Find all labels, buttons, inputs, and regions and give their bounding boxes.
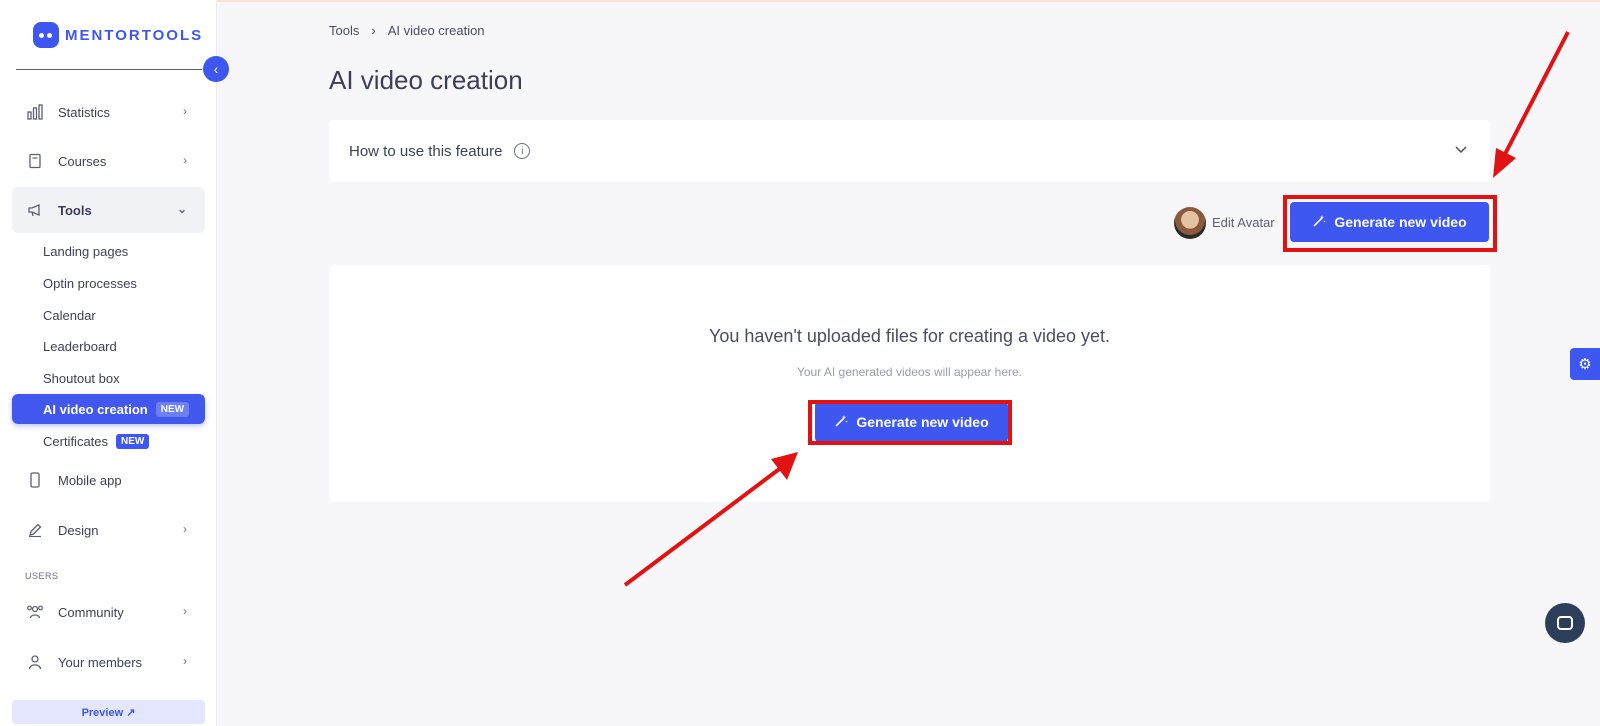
chevron-left-icon: ‹ xyxy=(213,61,219,77)
chevron-down-icon: ⌄ xyxy=(176,202,187,216)
sidebar-subitem-label: Optin processes xyxy=(43,275,137,291)
sidebar-subitem-certificates[interactable]: Certificates NEW xyxy=(12,426,205,456)
sidebar-item-label: Mobile app xyxy=(58,472,122,488)
sidebar-subitem-calendar[interactable]: Calendar xyxy=(12,300,205,330)
new-badge: NEW xyxy=(116,433,150,449)
chevron-down-icon xyxy=(1454,142,1468,159)
sidebar-item-statistics[interactable]: Statistics › xyxy=(12,89,205,135)
chat-icon xyxy=(1557,616,1573,630)
sidebar-subitem-label: Shoutout box xyxy=(43,370,120,386)
sidebar-item-label: Your members xyxy=(58,654,143,670)
breadcrumb-tools[interactable]: Tools xyxy=(329,23,359,38)
sidebar-subitem-label: AI video creation xyxy=(43,401,148,417)
empty-state-card: You haven't uploaded files for creating … xyxy=(329,265,1490,502)
sidebar-subitem-label: Landing pages xyxy=(43,243,129,259)
arrow-head-top xyxy=(1493,148,1516,178)
chat-support-button[interactable] xyxy=(1545,603,1585,643)
preview-button[interactable]: Preview ↗ xyxy=(12,700,205,724)
gear-icon: ⚙ xyxy=(1578,356,1592,373)
sidebar-item-design[interactable]: Design › xyxy=(12,507,205,553)
logo[interactable]: MENTORTOOLS xyxy=(33,22,203,48)
empty-state-title: You haven't uploaded files for creating … xyxy=(708,326,1111,346)
pencil-icon xyxy=(26,521,44,539)
sidebar-item-mobile-app[interactable]: Mobile app xyxy=(12,457,205,503)
chevron-right-icon: › xyxy=(183,104,187,118)
user-icon xyxy=(26,653,44,671)
sidebar-subitem-landing-pages[interactable]: Landing pages xyxy=(12,236,205,266)
bar-chart-icon xyxy=(26,103,44,121)
megaphone-icon xyxy=(26,201,44,219)
logo-text: MENTORTOOLS xyxy=(65,26,204,44)
phone-icon xyxy=(26,471,44,489)
sidebar-item-courses[interactable]: Courses › xyxy=(12,138,205,184)
sidebar-item-community[interactable]: Community › xyxy=(12,589,205,635)
sidebar-subitem-label: Calendar xyxy=(43,307,96,323)
sidebar-item-label: Design xyxy=(58,522,99,538)
sidebar-subitem-shoutout-box[interactable]: Shoutout box xyxy=(12,363,205,393)
sidebar-item-label: Tools xyxy=(58,202,92,218)
empty-state-subtitle: Your AI generated videos will appear her… xyxy=(796,365,1023,379)
sidebar-subitem-label: Certificates xyxy=(43,433,109,449)
chevron-right-icon: › xyxy=(183,604,187,618)
sidebar: MENTORTOOLS Statistics › Courses › Tools… xyxy=(0,0,217,726)
sidebar-item-tools[interactable]: Tools ⌄ xyxy=(12,187,205,233)
sidebar-subitem-leaderboard[interactable]: Leaderboard xyxy=(12,331,205,361)
sidebar-item-label: Statistics xyxy=(58,104,111,120)
collapse-sidebar-button[interactable]: ‹ xyxy=(203,56,229,82)
chevron-right-icon: › xyxy=(183,153,187,167)
sidebar-subitem-optin-processes[interactable]: Optin processes xyxy=(12,268,205,298)
section-label-users: USERS xyxy=(25,571,59,581)
chevron-right-icon: › xyxy=(183,654,187,668)
breadcrumb: Tools › AI video creation xyxy=(329,23,485,38)
new-badge: NEW xyxy=(155,401,190,417)
sidebar-item-label: Courses xyxy=(58,153,107,169)
how-to-use-label: How to use this feature xyxy=(349,142,503,160)
avatar[interactable] xyxy=(1174,207,1206,239)
top-accent-line xyxy=(0,0,1600,2)
edit-avatar-link[interactable]: Edit Avatar xyxy=(1212,215,1275,230)
info-icon: i xyxy=(514,143,531,159)
sidebar-subitem-label: Leaderboard xyxy=(43,338,117,354)
arrow-line-top xyxy=(1502,31,1570,157)
chevron-right-icon: › xyxy=(183,522,187,536)
sidebar-item-label: Community xyxy=(58,604,124,620)
breadcrumb-separator-icon: › xyxy=(371,23,376,38)
sidebar-item-your-members[interactable]: Your members › xyxy=(12,639,205,685)
sidebar-subitem-ai-video-creation[interactable]: AI video creation NEW xyxy=(12,394,205,424)
page-title: AI video creation xyxy=(329,65,523,95)
breadcrumb-current: AI video creation xyxy=(387,23,485,38)
how-to-use-accordion[interactable]: How to use this feature i xyxy=(329,120,1490,182)
highlight-box xyxy=(808,400,1012,445)
sidebar-divider xyxy=(16,69,202,70)
highlight-box xyxy=(1283,195,1497,252)
book-icon xyxy=(26,152,44,170)
users-icon xyxy=(26,603,44,621)
settings-gear-tab[interactable]: ⚙ xyxy=(1570,348,1600,380)
logo-icon xyxy=(33,22,59,48)
